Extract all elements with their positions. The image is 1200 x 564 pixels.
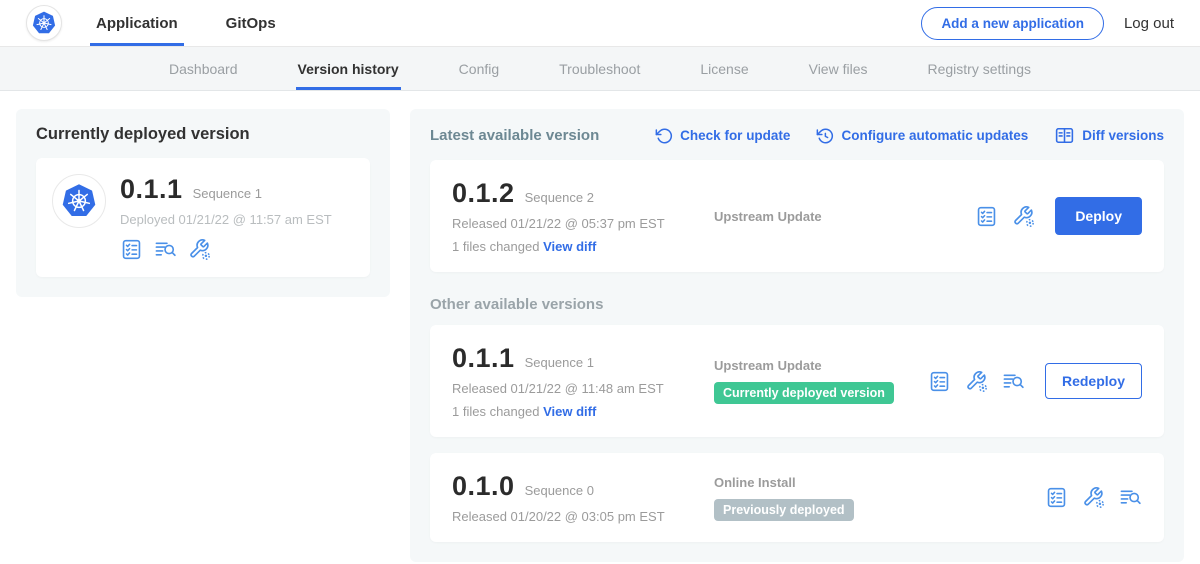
add-application-button[interactable]: Add a new application [921,7,1104,40]
source-label: Upstream Update [714,209,975,224]
currently-deployed-title: Currently deployed version [36,125,370,144]
edit-config-icon[interactable] [188,238,211,261]
sequence-label: Sequence 0 [525,483,594,498]
logout-button[interactable]: Log out [1124,15,1174,32]
version-info: 0.1.2 Sequence 2 Released 01/21/22 @ 05:… [452,178,714,254]
version-card-0-1-2: 0.1.2 Sequence 2 Released 01/21/22 @ 05:… [430,160,1164,272]
version-number: 0.1.2 [452,178,515,209]
refresh-icon [655,127,673,145]
view-diff-link[interactable]: View diff [543,404,596,419]
deployed-date: Deployed 01/21/22 @ 11:57 am EST [120,212,332,227]
files-changed-label: 1 files changed [452,239,539,254]
subnav-tab-troubleshoot[interactable]: Troubleshoot [557,47,642,90]
diff-versions-link[interactable]: Diff versions [1054,125,1164,146]
currently-deployed-badge: Currently deployed version [714,382,894,404]
sequence-label: Sequence 1 [525,355,594,370]
version-source: Upstream Update [714,209,975,224]
header-tabs: Application GitOps [90,0,282,46]
subnav-tab-license[interactable]: License [698,47,750,90]
deployed-version-card: 0.1.1 Sequence 1 Deployed 01/21/22 @ 11:… [36,158,370,277]
redeploy-button[interactable]: Redeploy [1045,363,1142,399]
preflight-checks-icon[interactable] [1045,486,1068,509]
version-card-0-1-1: 0.1.1 Sequence 1 Released 01/21/22 @ 11:… [430,325,1164,437]
version-card-0-1-0: 0.1.0 Sequence 0 Released 01/20/22 @ 03:… [430,453,1164,542]
check-for-update-link[interactable]: Check for update [655,127,790,145]
kubernetes-helm-icon [29,8,59,38]
configure-automatic-updates-link[interactable]: Configure automatic updates [816,127,1028,145]
version-card-actions: Redeploy [928,363,1142,399]
deployed-sequence-label: Sequence 1 [193,186,262,201]
version-info: 0.1.0 Sequence 0 Released 01/20/22 @ 03:… [452,471,714,524]
app-icon [52,174,106,228]
source-label: Upstream Update [714,358,928,373]
latest-available-title: Latest available version [430,127,599,144]
deploy-button[interactable]: Deploy [1055,197,1142,235]
view-logs-icon[interactable] [1119,486,1142,509]
preflight-checks-icon[interactable] [120,238,143,261]
main-content: Currently deployed version 0.1.1 Sequenc… [0,91,1200,564]
version-source: Online Install Previously deployed [714,475,1045,521]
clock-refresh-icon [816,127,834,145]
edit-config-icon[interactable] [1082,486,1105,509]
preflight-checks-icon[interactable] [975,205,998,228]
subnav-tab-config[interactable]: Config [457,47,501,90]
check-for-update-label: Check for update [680,128,790,143]
configure-automatic-updates-label: Configure automatic updates [841,128,1028,143]
subnav-tab-version-history[interactable]: Version history [296,47,401,90]
app-subnav: Dashboard Version history Config Trouble… [0,47,1200,91]
version-actions: Check for update Configure automatic upd… [655,125,1164,146]
edit-config-icon[interactable] [965,370,988,393]
released-date: Released 01/21/22 @ 05:37 pm EST [452,216,714,231]
version-number: 0.1.1 [452,343,515,374]
preflight-checks-icon[interactable] [928,370,951,393]
subnav-tab-dashboard[interactable]: Dashboard [167,47,240,90]
sequence-label: Sequence 2 [525,190,594,205]
version-card-actions [1045,486,1142,509]
view-diff-link[interactable]: View diff [543,239,596,254]
previously-deployed-badge: Previously deployed [714,499,854,521]
header-right: Add a new application Log out [921,7,1174,40]
kubernetes-logo [26,5,62,41]
tab-application[interactable]: Application [90,0,184,46]
deployed-version-number: 0.1.1 [120,174,183,205]
diff-columns-icon [1054,125,1075,146]
files-changed-label: 1 files changed [452,404,539,419]
subnav-tab-view-files[interactable]: View files [807,47,870,90]
subnav-tab-registry-settings[interactable]: Registry settings [926,47,1033,90]
other-versions-title: Other available versions [430,296,1164,313]
currently-deployed-panel: Currently deployed version 0.1.1 Sequenc… [16,109,390,297]
view-logs-icon[interactable] [1002,370,1025,393]
app-header: Application GitOps Add a new application… [0,0,1200,47]
source-label: Online Install [714,475,1045,490]
edit-config-icon[interactable] [1012,205,1035,228]
released-date: Released 01/20/22 @ 03:05 pm EST [452,509,714,524]
deployed-version-info: 0.1.1 Sequence 1 Deployed 01/21/22 @ 11:… [120,174,332,261]
view-logs-icon[interactable] [154,238,177,261]
version-number: 0.1.0 [452,471,515,502]
kubernetes-helm-icon [57,179,101,223]
available-versions-panel: Latest available version Check for updat… [410,109,1184,562]
tab-gitops[interactable]: GitOps [220,0,282,46]
version-info: 0.1.1 Sequence 1 Released 01/21/22 @ 11:… [452,343,714,419]
diff-versions-label: Diff versions [1082,128,1164,143]
version-source: Upstream Update Currently deployed versi… [714,358,928,404]
released-date: Released 01/21/22 @ 11:48 am EST [452,381,714,396]
version-card-actions: Deploy [975,197,1142,235]
